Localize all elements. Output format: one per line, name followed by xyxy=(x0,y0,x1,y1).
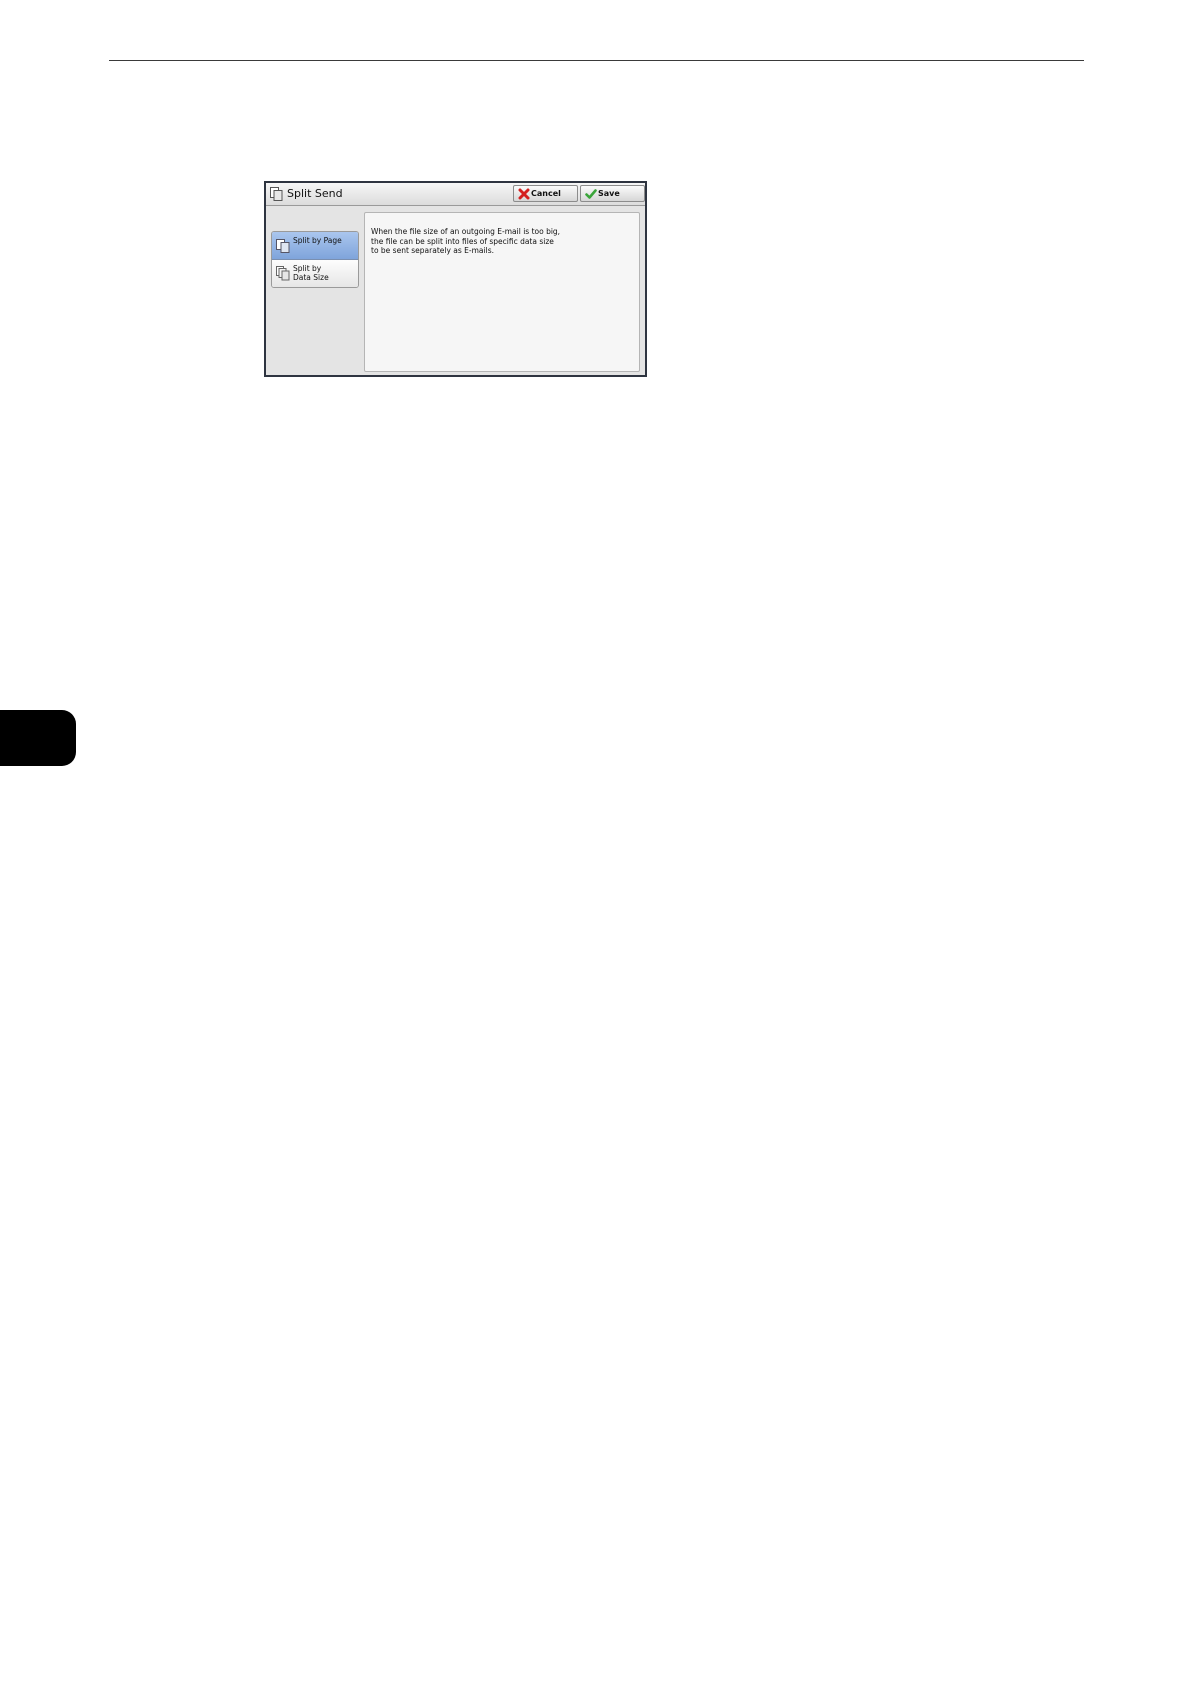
description-text: When the file size of an outgoing E-mail… xyxy=(371,227,561,255)
save-button[interactable]: Save xyxy=(580,185,645,202)
chapter-tab xyxy=(0,710,76,766)
cancel-button-label: Cancel xyxy=(531,189,561,198)
dialog-title: Split Send xyxy=(287,187,343,200)
description-panel: When the file size of an outgoing E-mail… xyxy=(364,212,640,372)
option-label: Split by Data Size xyxy=(293,264,329,282)
pages-icon xyxy=(276,238,290,253)
option-split-by-data-size[interactable]: Split by Data Size xyxy=(272,260,358,287)
page-header-rule xyxy=(109,60,1084,61)
split-send-dialog: Split Send Cancel Save Split by Page Spl… xyxy=(264,181,647,377)
split-option-group: Split by Page Split by Data Size xyxy=(271,231,359,288)
option-split-by-page[interactable]: Split by Page xyxy=(272,232,358,260)
x-icon xyxy=(518,188,530,200)
split-send-icon xyxy=(270,187,283,201)
stacked-pages-icon xyxy=(276,266,290,281)
save-button-label: Save xyxy=(598,189,620,198)
dialog-titlebar: Split Send Cancel Save xyxy=(266,183,645,206)
check-icon xyxy=(585,188,597,200)
cancel-button[interactable]: Cancel xyxy=(513,185,578,202)
option-label: Split by Page xyxy=(293,236,342,245)
